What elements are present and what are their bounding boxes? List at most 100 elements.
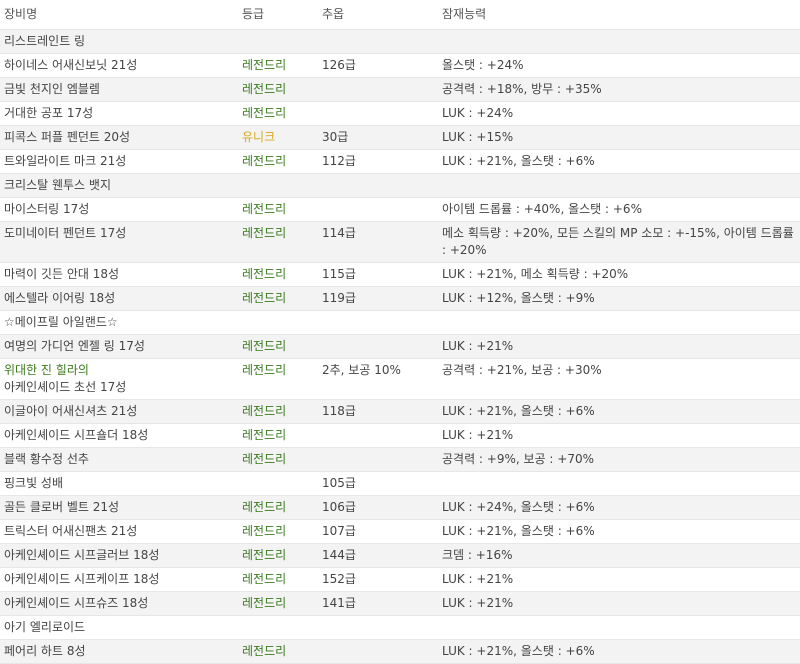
item-name: 하이네스 어새신보닛 21성 bbox=[0, 53, 238, 78]
item-flame bbox=[318, 101, 438, 126]
item-potential: 공격력 : +18%, 방무 : +35% bbox=[438, 77, 800, 102]
item-flame bbox=[318, 447, 438, 472]
item-name: 아케인셰이드 시프글러브 18성 bbox=[0, 543, 238, 568]
item-flame bbox=[318, 29, 438, 54]
item-name: 에스텔라 이어링 18성 bbox=[0, 286, 238, 311]
item-potential: 올스탯 : +24% bbox=[438, 53, 800, 78]
item-flame bbox=[318, 639, 438, 664]
item-name: 위대한 진 힐라의아케인셰이드 초선 17성 bbox=[0, 358, 238, 400]
item-flame bbox=[318, 77, 438, 102]
item-flame bbox=[318, 615, 438, 640]
item-name: 도미네이터 펜던트 17성 bbox=[0, 221, 238, 263]
item-flame: 114급 bbox=[318, 221, 438, 263]
item-potential: 공격력 : +9%, 보공 : +70% bbox=[438, 447, 800, 472]
item-potential: LUK : +21%, 올스탯 : +6% bbox=[438, 519, 800, 544]
item-potential bbox=[438, 615, 800, 640]
table-row: 이글아이 어새신셔츠 21성 레전드리 118급 LUK : +21%, 올스탯 : … bbox=[0, 399, 800, 424]
item-grade: 레전드리 bbox=[238, 591, 318, 616]
item-grade: 레전드리 bbox=[238, 334, 318, 359]
item-potential: LUK : +21%, 올스탯 : +6% bbox=[438, 639, 800, 664]
item-potential: LUK : +21% bbox=[438, 423, 800, 448]
item-grade bbox=[238, 471, 318, 496]
header-grade: 등급 bbox=[238, 0, 318, 30]
table-row: 크리스탈 웬투스 뱃지 bbox=[0, 173, 800, 198]
item-flame: 115급 bbox=[318, 262, 438, 287]
table-row: 마력이 깃든 안대 18성 레전드리 115급 LUK : +21%, 메소 획득량 … bbox=[0, 262, 800, 287]
item-potential: LUK : +21% bbox=[438, 334, 800, 359]
item-grade: 레전드리 bbox=[238, 53, 318, 78]
item-grade: 레전드리 bbox=[238, 639, 318, 664]
table-row: 아케인셰이드 시프케이프 18성 레전드리 152급 LUK : +21% bbox=[0, 567, 800, 592]
item-flame: 106급 bbox=[318, 495, 438, 520]
item-potential: LUK : +24%, 올스탯 : +6% bbox=[438, 495, 800, 520]
item-potential: LUK : +21%, 올스탯 : +6% bbox=[438, 399, 800, 424]
item-name: 트릭스터 어새신팬츠 21성 bbox=[0, 519, 238, 544]
item-potential: LUK : +21% bbox=[438, 591, 800, 616]
item-name: 마이스터링 17성 bbox=[0, 197, 238, 222]
item-grade: 레전드리 bbox=[238, 197, 318, 222]
item-potential: LUK : +21%, 메소 획득량 : +20% bbox=[438, 262, 800, 287]
table-row: 마이스터링 17성 레전드리 아이템 드롭률 : +40%, 올스탯 : +6% bbox=[0, 197, 800, 222]
table-row: 거대한 공포 17성 레전드리 LUK : +24% bbox=[0, 101, 800, 126]
item-potential: 공격력 : +21%, 보공 : +30% bbox=[438, 358, 800, 400]
item-grade: 레전드리 bbox=[238, 519, 318, 544]
item-flame: 152급 bbox=[318, 567, 438, 592]
item-name: 여명의 가디언 엔젤 링 17성 bbox=[0, 334, 238, 359]
item-potential: 메소 획득량 : +20%, 모든 스킬의 MP 소모 : +-15%, 아이템… bbox=[438, 221, 800, 263]
item-name-line2: 아케인셰이드 초선 17성 bbox=[4, 380, 127, 394]
item-name: 마력이 깃든 안대 18성 bbox=[0, 262, 238, 287]
item-name: 아케인셰이드 시프케이프 18성 bbox=[0, 567, 238, 592]
item-grade: 레전드리 bbox=[238, 399, 318, 424]
table-row: 리스트레인트 링 bbox=[0, 29, 800, 54]
item-flame: 144급 bbox=[318, 543, 438, 568]
item-potential bbox=[438, 471, 800, 496]
item-grade bbox=[238, 615, 318, 640]
item-name: 리스트레인트 링 bbox=[0, 29, 238, 54]
item-flame: 112급 bbox=[318, 149, 438, 174]
item-grade: 레전드리 bbox=[238, 286, 318, 311]
table-row: 위대한 진 힐라의아케인셰이드 초선 17성 레전드리 2추, 보공 10% 공… bbox=[0, 358, 800, 400]
item-potential bbox=[438, 173, 800, 198]
header-name: 장비명 bbox=[0, 0, 238, 30]
table-row: 피콕스 퍼플 펜던트 20성 유니크 30급 LUK : +15% bbox=[0, 125, 800, 150]
table-row: 골든 클로버 벨트 21성 레전드리 106급 LUK : +24%, 올스탯 : +… bbox=[0, 495, 800, 520]
item-potential: LUK : +15% bbox=[438, 125, 800, 150]
item-name: 이글아이 어새신셔츠 21성 bbox=[0, 399, 238, 424]
item-name: 핑크빛 성배 bbox=[0, 471, 238, 496]
item-potential: LUK : +21% bbox=[438, 567, 800, 592]
item-potential: LUK : +12%, 올스탯 : +9% bbox=[438, 286, 800, 311]
table-row: 블랙 황수정 선추 레전드리 공격력 : +9%, 보공 : +70% bbox=[0, 447, 800, 472]
item-grade bbox=[238, 310, 318, 335]
item-grade bbox=[238, 29, 318, 54]
item-flame: 118급 bbox=[318, 399, 438, 424]
item-name-line1: 위대한 진 힐라의 bbox=[4, 363, 89, 377]
header-potential: 잠재능력 bbox=[438, 0, 800, 30]
item-name: 아케인셰이드 시프숄더 18성 bbox=[0, 423, 238, 448]
item-flame: 107급 bbox=[318, 519, 438, 544]
item-grade: 레전드리 bbox=[238, 447, 318, 472]
item-name: 아케인셰이드 시프슈즈 18성 bbox=[0, 591, 238, 616]
item-grade: 레전드리 bbox=[238, 262, 318, 287]
item-name: 금빛 천지인 엠블렘 bbox=[0, 77, 238, 102]
item-potential: LUK : +24% bbox=[438, 101, 800, 126]
table-row: 페어리 하트 8성 레전드리 LUK : +21%, 올스탯 : +6% bbox=[0, 639, 800, 664]
item-flame bbox=[318, 197, 438, 222]
item-flame: 105급 bbox=[318, 471, 438, 496]
item-grade: 레전드리 bbox=[238, 221, 318, 263]
item-grade: 레전드리 bbox=[238, 149, 318, 174]
item-potential bbox=[438, 310, 800, 335]
item-name: 거대한 공포 17성 bbox=[0, 101, 238, 126]
item-name: ☆메이프릴 아일랜드☆ bbox=[0, 310, 238, 335]
item-flame: 119급 bbox=[318, 286, 438, 311]
item-flame: 30급 bbox=[318, 125, 438, 150]
item-grade: 레전드리 bbox=[238, 358, 318, 400]
item-flame bbox=[318, 423, 438, 448]
item-flame: 2추, 보공 10% bbox=[318, 358, 438, 400]
table-row: 트릭스터 어새신팬츠 21성 레전드리 107급 LUK : +21%, 올스탯 : … bbox=[0, 519, 800, 544]
table-row: 아케인셰이드 시프글러브 18성 레전드리 144급 크뎀 : +16% bbox=[0, 543, 800, 568]
item-grade: 레전드리 bbox=[238, 423, 318, 448]
item-name: 트와일라이트 마크 21성 bbox=[0, 149, 238, 174]
item-flame: 141급 bbox=[318, 591, 438, 616]
item-grade: 레전드리 bbox=[238, 543, 318, 568]
table-row: 아기 엘리로이드 bbox=[0, 615, 800, 640]
